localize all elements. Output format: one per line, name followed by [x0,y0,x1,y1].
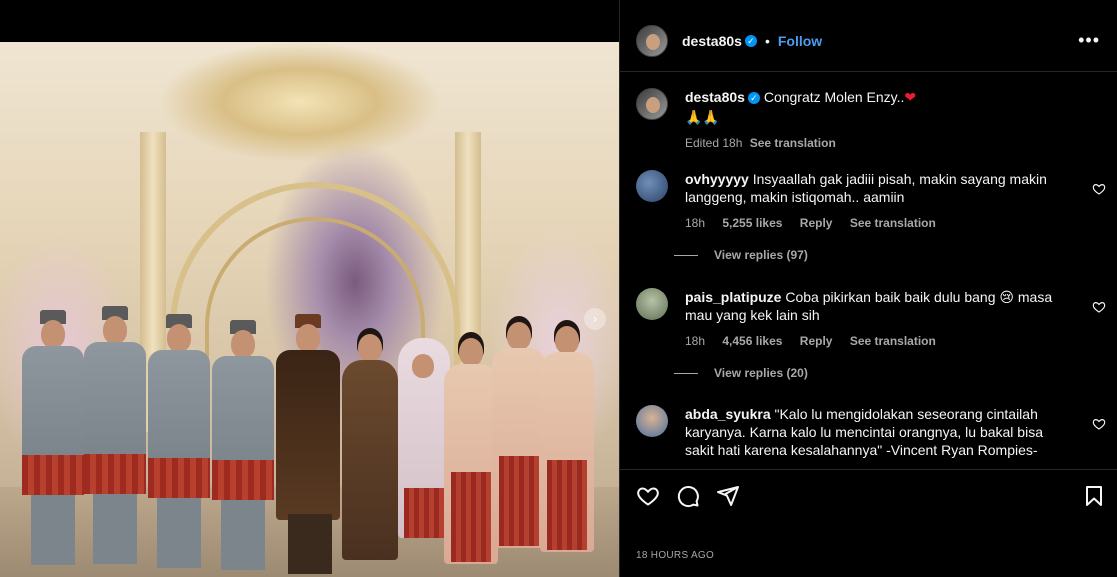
comment-like-heart-icon[interactable] [1092,182,1106,196]
header-divider [620,71,1117,72]
caption-username[interactable]: desta80s [685,89,745,105]
comment-age: 18h [685,334,706,348]
comment-item: abda_syukra "Kalo lu mengidolakan seseor… [636,405,1106,459]
verified-badge-icon: ✓ [747,92,760,104]
author-avatar[interactable] [636,25,668,57]
commenter-username[interactable]: pais_platipuze [685,289,781,305]
post-side-panel: desta80s ✓ • Follow ••• desta80s ✓ Congra… [619,0,1117,577]
comment-likes[interactable]: 4,456 likes [722,334,782,348]
commenter-avatar[interactable] [636,288,668,320]
share-icon[interactable] [716,484,740,508]
comment-likes[interactable]: 5,255 likes [722,216,782,230]
separator-dot: • [764,33,770,49]
caption-text: Congratz Molen Enzy.. [763,89,905,105]
comment-like-heart-icon[interactable] [1092,300,1106,314]
comment-like-heart-icon[interactable] [1092,417,1106,431]
commenter-avatar[interactable] [636,170,668,202]
caption-emoji-line: 🙏🙏 [685,109,720,125]
comment-reply-button[interactable]: Reply [800,216,833,230]
view-replies-button[interactable]: View replies (20) [674,366,1106,380]
post-caption: desta80s ✓ Congratz Molen Enzy..❤ 🙏🙏 Edit… [636,88,1106,150]
heart-icon[interactable] [636,484,660,508]
post-media[interactable]: › [0,0,619,577]
post-header: desta80s ✓ • Follow ••• [620,14,1117,68]
comment-icon[interactable] [676,484,700,508]
author-username[interactable]: desta80s [682,33,742,49]
commenter-username[interactable]: ovhyyyyy [685,171,749,187]
more-options-icon[interactable]: ••• [1078,30,1100,51]
comment-age: 18h [685,216,706,230]
red-heart-emoji: ❤ [904,89,917,105]
post-photo[interactable] [0,42,619,577]
comment-reply-button[interactable]: Reply [800,334,833,348]
carousel-next-button[interactable]: › [584,308,606,330]
comment-see-translation[interactable]: See translation [850,334,936,348]
follow-button[interactable]: Follow [778,33,822,49]
actions-divider [620,469,1117,470]
view-replies-button[interactable]: View replies (97) [674,248,1106,262]
commenter-username[interactable]: abda_syukra [685,406,771,422]
comment-item: ovhyyyyy Insyaallah gak jadiii pisah, ma… [636,170,1106,262]
commenter-avatar[interactable] [636,405,668,437]
caption-see-translation[interactable]: See translation [750,136,836,150]
verified-badge-icon: ✓ [744,35,757,47]
bookmark-icon[interactable] [1082,484,1106,508]
caption-author-avatar[interactable] [636,88,668,120]
post-action-bar [636,484,1106,508]
caption-edited: Edited 18h [685,136,743,150]
comment-see-translation[interactable]: See translation [850,216,936,230]
comment-item: pais_platipuze Coba pikirkan baik baik d… [636,288,1106,380]
post-timestamp[interactable]: 18 HOURS AGO [636,550,714,561]
